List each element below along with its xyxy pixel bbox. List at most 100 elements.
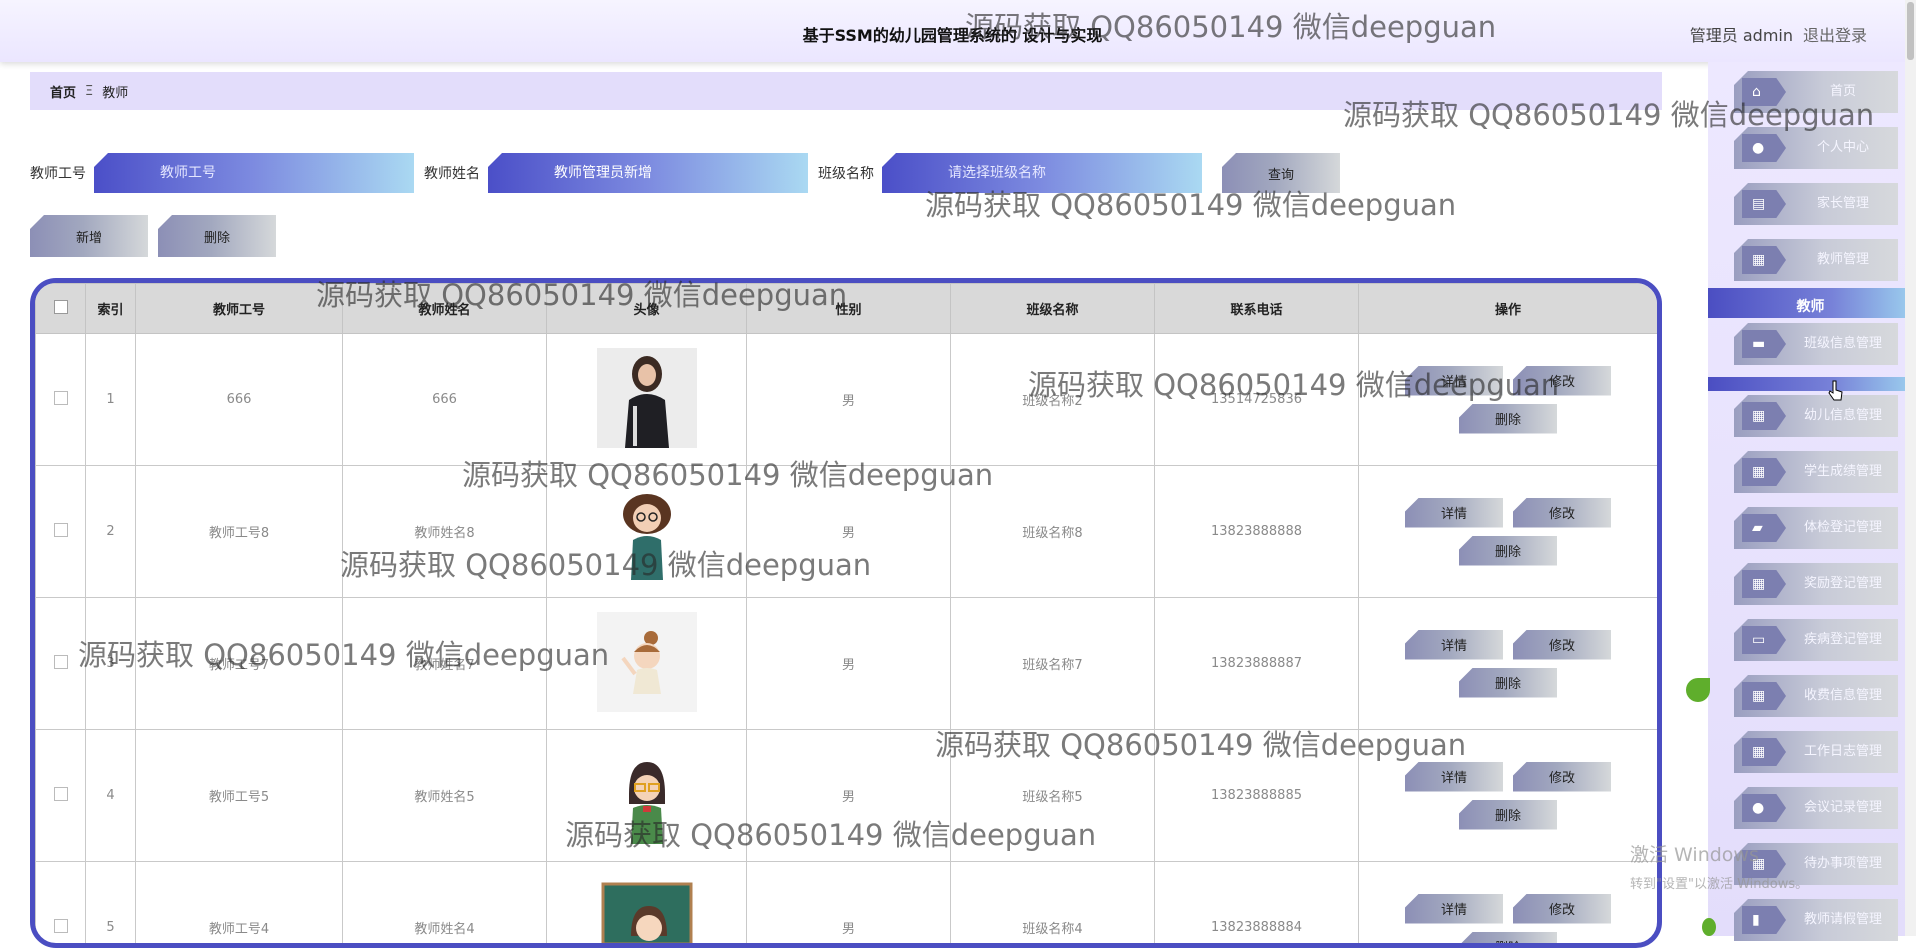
breadcrumb-current: 教师 bbox=[102, 82, 128, 101]
grid-icon: ▦ bbox=[1742, 850, 1786, 878]
avatar bbox=[597, 612, 697, 712]
sidebar-item-class-info[interactable]: ▬ 班级信息管理 bbox=[1734, 323, 1898, 365]
query-button[interactable]: 查询 bbox=[1222, 153, 1340, 193]
sidebar-item-work-log[interactable]: ▦ 工作日志管理 bbox=[1734, 731, 1898, 773]
scrollbar-thumb[interactable] bbox=[1907, 2, 1914, 60]
floating-widget-icon bbox=[1702, 918, 1716, 936]
class-name-select[interactable]: 请选择班级名称 bbox=[882, 153, 1202, 193]
edit-button[interactable]: 修改 bbox=[1513, 894, 1611, 924]
sidebar-item-rewards[interactable]: ▦ 奖励登记管理 bbox=[1734, 563, 1898, 605]
sidebar-item-label: 个人中心 bbox=[1794, 127, 1892, 169]
sidebar-item-children[interactable]: ▦ 幼儿信息管理 bbox=[1734, 395, 1898, 437]
row-delete-button[interactable]: 删除 bbox=[1459, 404, 1557, 434]
sidebar-item-fees[interactable]: ▦ 收费信息管理 bbox=[1734, 675, 1898, 717]
floating-widget-icon bbox=[1686, 678, 1710, 702]
sidebar-item-home[interactable]: ⌂ 首页 bbox=[1734, 71, 1898, 113]
row-delete-button[interactable]: 删除 bbox=[1459, 668, 1557, 698]
cell-avatar bbox=[547, 466, 747, 598]
sidebar-item-label: 工作日志管理 bbox=[1794, 731, 1892, 773]
sidebar-item-label: 首页 bbox=[1794, 71, 1892, 113]
row-checkbox[interactable] bbox=[54, 919, 68, 933]
teacher-table: 索引 教师工号 教师姓名 头像 性别 班级名称 联系电话 操作 1 666 66… bbox=[30, 278, 1662, 948]
sidebar-item-health-check[interactable]: ▰ 体检登记管理 bbox=[1734, 507, 1898, 549]
edit-button[interactable]: 修改 bbox=[1513, 630, 1611, 660]
sidebar-menu: ⌂ 首页 ● 个人中心 ▤ 家长管理 ▦ 教师管理 ▬ 班级信息管理 ▦ 幼儿信… bbox=[1708, 62, 1905, 936]
cell-avatar bbox=[547, 334, 747, 466]
sidebar-item-teachers[interactable]: ▦ 教师管理 bbox=[1734, 239, 1898, 281]
detail-button[interactable]: 详情 bbox=[1405, 498, 1503, 528]
sidebar-item-parents[interactable]: ▤ 家长管理 bbox=[1734, 183, 1898, 225]
cell-index: 4 bbox=[86, 730, 136, 862]
edit-button[interactable]: 修改 bbox=[1513, 762, 1611, 792]
table-row: 5 教师工号4 教师姓名4 男 班级名称4 13823888884 bbox=[36, 862, 1658, 948]
monitor-icon: ▭ bbox=[1742, 626, 1786, 654]
row-delete-button[interactable]: 删除 bbox=[1459, 932, 1557, 948]
row-checkbox[interactable] bbox=[54, 391, 68, 405]
sidebar-item-meetings[interactable]: ● 会议记录管理 bbox=[1734, 787, 1898, 829]
cell-teacher-name: 教师姓名4 bbox=[343, 862, 547, 948]
sidebar-item-label: 待办事项管理 bbox=[1794, 843, 1892, 885]
grid-icon: ▦ bbox=[1742, 570, 1786, 598]
sidebar-group-teacher[interactable]: 教师 bbox=[1708, 288, 1913, 318]
vertical-scrollbar[interactable] bbox=[1905, 0, 1916, 936]
sidebar-item-todos[interactable]: ▦ 待办事项管理 bbox=[1734, 843, 1898, 885]
sidebar-item-leave[interactable]: ▮ 教师请假管理 bbox=[1734, 899, 1898, 941]
detail-button[interactable]: 详情 bbox=[1405, 630, 1503, 660]
cell-phone: 13823888888 bbox=[1155, 466, 1359, 598]
sidebar-item-label: 体检登记管理 bbox=[1794, 507, 1892, 549]
breadcrumb: 首页 Ξ 教师 bbox=[30, 72, 1662, 110]
cell-index: 5 bbox=[86, 862, 136, 948]
row-delete-button[interactable]: 删除 bbox=[1459, 536, 1557, 566]
detail-button[interactable]: 详情 bbox=[1405, 894, 1503, 924]
sidebar-item-label: 疾病登记管理 bbox=[1794, 619, 1892, 661]
row-delete-button[interactable]: 删除 bbox=[1459, 800, 1557, 830]
cell-operations: 详情 修改 删除 bbox=[1359, 598, 1658, 730]
grid-icon: ▦ bbox=[1742, 246, 1786, 274]
cell-teacher-id: 教师工号5 bbox=[136, 730, 343, 862]
sidebar-item-profile[interactable]: ● 个人中心 bbox=[1734, 127, 1898, 169]
cell-operations: 详情 修改 删除 bbox=[1359, 862, 1658, 948]
detail-button[interactable]: 详情 bbox=[1405, 366, 1503, 396]
sidebar-item-label: 教师请假管理 bbox=[1794, 899, 1892, 941]
sidebar-item-grades[interactable]: ▦ 学生成绩管理 bbox=[1734, 451, 1898, 493]
cell-operations: 详情 修改 删除 bbox=[1359, 730, 1658, 862]
row-checkbox[interactable] bbox=[54, 787, 68, 801]
select-all-checkbox[interactable] bbox=[54, 300, 68, 314]
briefcase-icon: ▰ bbox=[1742, 514, 1786, 542]
edit-button[interactable]: 修改 bbox=[1513, 498, 1611, 528]
breadcrumb-separator: Ξ bbox=[85, 84, 93, 99]
cell-class-name: 班级名称8 bbox=[951, 466, 1155, 598]
teacher-id-label: 教师工号 bbox=[30, 163, 86, 183]
cell-avatar bbox=[547, 862, 747, 948]
add-button[interactable]: 新增 bbox=[30, 215, 148, 257]
teacher-id-input[interactable]: 教师工号 bbox=[94, 153, 414, 193]
user-icon: ● bbox=[1742, 794, 1786, 822]
sidebar-item-illness[interactable]: ▭ 疾病登记管理 bbox=[1734, 619, 1898, 661]
current-user: 管理员 admin bbox=[1690, 22, 1793, 46]
row-checkbox[interactable] bbox=[54, 655, 68, 669]
cell-class-name: 班级名称7 bbox=[951, 598, 1155, 730]
select-all-header[interactable] bbox=[36, 284, 86, 334]
breadcrumb-home[interactable]: 首页 bbox=[50, 82, 76, 101]
cell-teacher-id: 666 bbox=[136, 334, 343, 466]
grid-icon: ▦ bbox=[1742, 458, 1786, 486]
cell-phone: 13514725836 bbox=[1155, 334, 1359, 466]
cell-teacher-id: 教师工号7 bbox=[136, 598, 343, 730]
sidebar-item-label: 家长管理 bbox=[1794, 183, 1892, 225]
logout-link[interactable]: 退出登录 bbox=[1803, 22, 1867, 46]
clipboard-icon: ▤ bbox=[1742, 190, 1786, 218]
cell-class-name: 班级名称5 bbox=[951, 730, 1155, 862]
column-header: 教师姓名 bbox=[343, 284, 547, 334]
table-header-row: 索引 教师工号 教师姓名 头像 性别 班级名称 联系电话 操作 bbox=[36, 284, 1658, 334]
top-bar: 基于SSM的幼儿园管理系统的 设计与实现 管理员 admin 退出登录 bbox=[0, 0, 1905, 62]
detail-button[interactable]: 详情 bbox=[1405, 762, 1503, 792]
row-checkbox[interactable] bbox=[54, 523, 68, 537]
ticket-icon: ▬ bbox=[1742, 330, 1786, 358]
teacher-name-input[interactable]: 教师管理员新增 bbox=[488, 153, 808, 193]
avatar bbox=[597, 876, 697, 948]
cell-teacher-name: 教师姓名7 bbox=[343, 598, 547, 730]
cell-gender: 男 bbox=[747, 862, 951, 948]
edit-button[interactable]: 修改 bbox=[1513, 366, 1611, 396]
cell-avatar bbox=[547, 730, 747, 862]
delete-button[interactable]: 删除 bbox=[158, 215, 276, 257]
